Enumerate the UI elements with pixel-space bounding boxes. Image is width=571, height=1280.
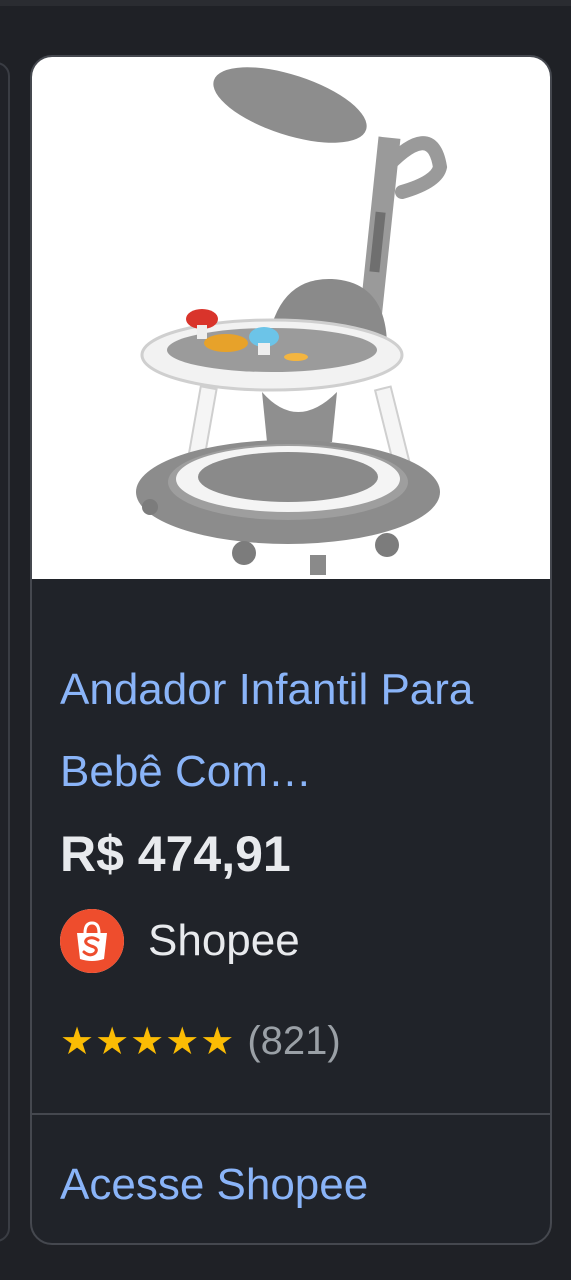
product-image[interactable] xyxy=(32,57,550,579)
review-count: (821) xyxy=(247,1019,341,1063)
product-card[interactable]: Andador Infantil Para Bebê Com… R$ 474,9… xyxy=(30,55,552,1245)
divider xyxy=(32,1113,550,1115)
shopee-logo-icon xyxy=(60,909,124,973)
top-edge xyxy=(0,0,571,6)
product-title[interactable]: Andador Infantil Para Bebê Com… xyxy=(60,649,520,813)
star-rating-icon: ★★★★★ xyxy=(60,1021,236,1063)
seller-name: Shopee xyxy=(148,916,300,965)
seller-row: Shopee xyxy=(60,909,300,973)
visit-store-link[interactable]: Acesse Shopee xyxy=(60,1157,368,1213)
product-price: R$ 474,91 xyxy=(60,826,291,882)
rating-row: ★★★★★ (821) xyxy=(60,1019,341,1064)
previous-card-edge[interactable] xyxy=(0,62,10,1242)
